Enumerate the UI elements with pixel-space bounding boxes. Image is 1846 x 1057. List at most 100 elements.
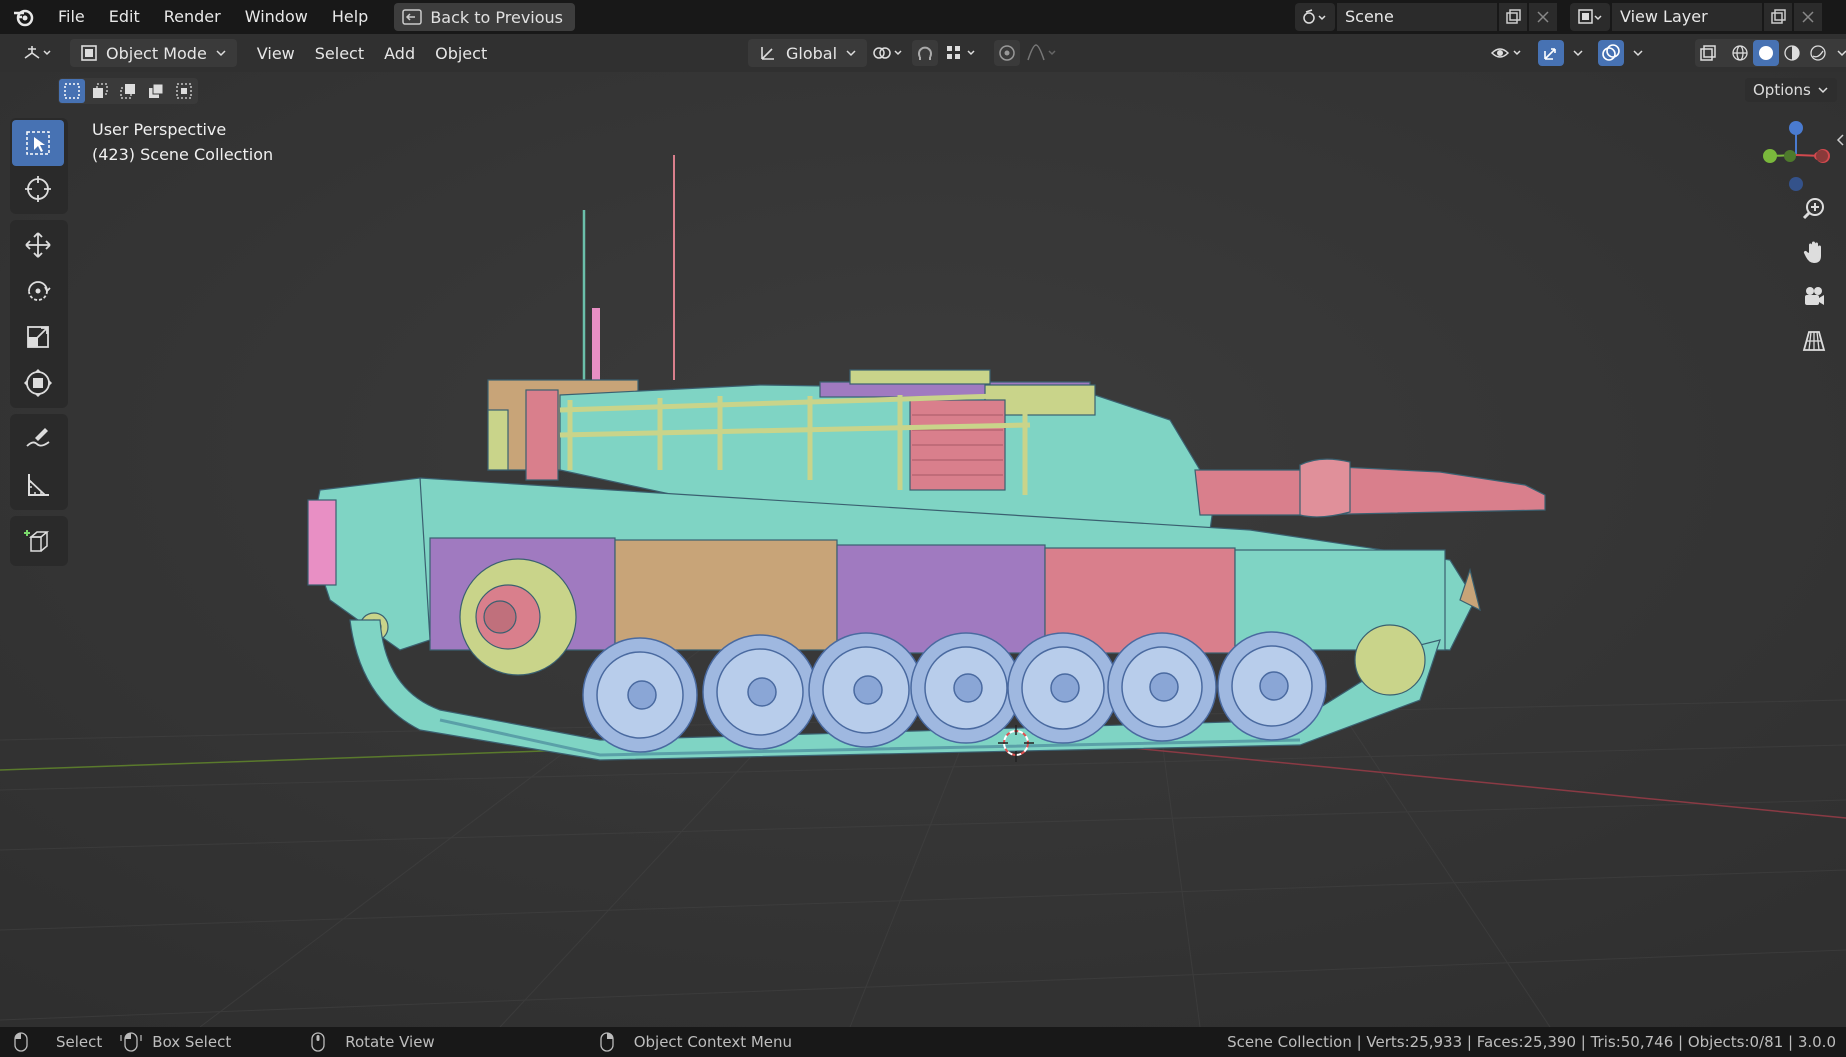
transform-orientation-dropdown[interactable]: Global bbox=[748, 39, 868, 67]
scale-tool-icon[interactable] bbox=[12, 314, 64, 360]
snap-target-icon[interactable] bbox=[942, 40, 982, 66]
blender-logo-icon[interactable] bbox=[0, 0, 46, 34]
mouse-left-icon bbox=[14, 1032, 28, 1052]
options-dropdown[interactable]: Options bbox=[1745, 78, 1837, 102]
perspective-grid-icon[interactable] bbox=[1792, 322, 1836, 360]
status-select-label: Select bbox=[56, 1033, 103, 1051]
transform-tool-icon[interactable] bbox=[12, 360, 64, 406]
scene-statistics: Scene Collection | Verts:25,933 | Faces:… bbox=[1227, 1033, 1836, 1051]
status-rotate-view: Rotate View bbox=[311, 1032, 435, 1052]
shading-mode-group bbox=[1695, 39, 1846, 67]
xray-toggle-icon[interactable] bbox=[1695, 40, 1721, 66]
zoom-view-icon[interactable] bbox=[1792, 190, 1836, 228]
view-layer-name-field[interactable]: View Layer bbox=[1612, 3, 1762, 31]
back-icon bbox=[402, 9, 423, 25]
cursor-tool-icon[interactable] bbox=[12, 166, 64, 212]
chevron-down-icon bbox=[216, 50, 226, 57]
annotate-tool-icon[interactable] bbox=[12, 416, 64, 462]
scene-selector: Scene bbox=[1295, 3, 1557, 31]
header-menu-select[interactable]: Select bbox=[305, 44, 374, 63]
new-view-layer-icon[interactable] bbox=[1764, 3, 1792, 31]
select-box-tool-icon[interactable] bbox=[12, 120, 64, 166]
mode-label: Object Mode bbox=[106, 43, 207, 63]
move-tool-icon[interactable] bbox=[12, 222, 64, 268]
menu-help[interactable]: Help bbox=[320, 0, 380, 34]
object-mode-dropdown[interactable]: Object Mode bbox=[70, 39, 237, 67]
tool-group-add bbox=[10, 516, 68, 566]
add-cube-tool-icon[interactable] bbox=[12, 518, 64, 564]
back-to-previous-button[interactable]: Back to Previous bbox=[394, 3, 576, 31]
visibility-eye-icon[interactable] bbox=[1488, 40, 1528, 66]
rendered-shading-icon[interactable] bbox=[1805, 40, 1831, 66]
snap-toggle-icon[interactable] bbox=[912, 40, 938, 66]
mouse-right-icon bbox=[600, 1032, 614, 1052]
proportional-edit-icon[interactable] bbox=[994, 40, 1020, 66]
rotate-tool-icon[interactable] bbox=[12, 268, 64, 314]
view-layer-selector: View Layer bbox=[1570, 3, 1822, 31]
view-layer-browse-button[interactable] bbox=[1570, 3, 1610, 31]
orientation-label: Global bbox=[786, 43, 838, 63]
3d-viewport-icon bbox=[24, 46, 51, 59]
viewport-scene bbox=[0, 72, 1846, 1027]
pivot-point-icon[interactable] bbox=[868, 40, 908, 66]
camera-view-icon[interactable] bbox=[1792, 278, 1836, 316]
tool-group-transform bbox=[10, 220, 68, 408]
status-select: Select bbox=[14, 1032, 102, 1052]
tool-group-select bbox=[10, 118, 68, 214]
3d-viewport[interactable]: User Perspective (423) Scene Collection bbox=[0, 72, 1846, 1027]
sidebar-toggle-icon[interactable] bbox=[1834, 130, 1846, 150]
menu-file[interactable]: File bbox=[46, 0, 97, 34]
menu-render[interactable]: Render bbox=[152, 0, 233, 34]
select-mode-group bbox=[58, 78, 198, 104]
overlays-dropdown-icon[interactable] bbox=[1628, 40, 1648, 66]
status-box-select: Box Select bbox=[120, 1032, 231, 1052]
orientation-axis-icon bbox=[761, 47, 774, 60]
status-context-menu: Object Context Menu bbox=[600, 1032, 792, 1052]
view-layer-icon bbox=[1578, 9, 1602, 24]
menu-edit[interactable]: Edit bbox=[97, 0, 152, 34]
wireframe-shading-icon[interactable] bbox=[1727, 40, 1753, 66]
chevron-down-icon bbox=[1818, 87, 1828, 94]
material-preview-icon[interactable] bbox=[1779, 40, 1805, 66]
scene-browse-button[interactable] bbox=[1295, 3, 1335, 31]
solid-shading-icon[interactable] bbox=[1753, 40, 1779, 66]
scene-name-field[interactable]: Scene bbox=[1337, 3, 1497, 31]
pan-hand-icon[interactable] bbox=[1792, 234, 1836, 272]
select-subtract-icon[interactable] bbox=[115, 79, 141, 103]
blender-window: File Edit Render Window Help Back to Pre… bbox=[0, 0, 1846, 1057]
select-extend-icon[interactable] bbox=[87, 79, 113, 103]
header-menu-view[interactable]: View bbox=[247, 44, 305, 63]
object-mode-icon bbox=[81, 45, 97, 61]
gizmo-toggle-icon[interactable] bbox=[1538, 40, 1564, 66]
mouse-drag-icon bbox=[120, 1032, 142, 1052]
overlay-controls bbox=[1488, 39, 1648, 67]
viewport-perspective-label: User Perspective bbox=[92, 120, 227, 139]
status-bar: Select Box Select Rotate View Object Con… bbox=[0, 1027, 1846, 1057]
gizmo-dropdown-icon[interactable] bbox=[1568, 40, 1588, 66]
proportional-falloff-icon[interactable] bbox=[1024, 40, 1060, 66]
tool-group-annotate bbox=[10, 414, 68, 510]
overlays-toggle-icon[interactable] bbox=[1598, 40, 1624, 66]
viewport-collection-label: (423) Scene Collection bbox=[92, 145, 274, 164]
select-intersect-icon[interactable] bbox=[171, 79, 197, 103]
chevron-down-icon bbox=[846, 50, 856, 57]
top-bar: File Edit Render Window Help Back to Pre… bbox=[0, 0, 1846, 34]
mouse-middle-icon bbox=[311, 1032, 325, 1052]
header-menu-object[interactable]: Object bbox=[425, 44, 497, 63]
delete-view-layer-icon[interactable] bbox=[1794, 3, 1822, 31]
header-menu-add[interactable]: Add bbox=[374, 44, 425, 63]
status-box-select-label: Box Select bbox=[152, 1033, 232, 1051]
select-new-icon[interactable] bbox=[59, 79, 85, 103]
delete-scene-icon[interactable] bbox=[1529, 3, 1557, 31]
back-label: Back to Previous bbox=[430, 7, 564, 27]
pivot-snap-group bbox=[868, 39, 1060, 67]
scene-icon bbox=[1303, 9, 1326, 24]
select-invert-icon[interactable] bbox=[143, 79, 169, 103]
shading-dropdown-icon[interactable] bbox=[1831, 40, 1846, 66]
editor-type-button[interactable] bbox=[14, 39, 62, 67]
menu-window[interactable]: Window bbox=[233, 0, 320, 34]
status-context-menu-label: Object Context Menu bbox=[633, 1033, 793, 1051]
new-scene-icon[interactable] bbox=[1499, 3, 1527, 31]
navigation-tools bbox=[1792, 190, 1836, 360]
measure-tool-icon[interactable] bbox=[12, 462, 64, 508]
